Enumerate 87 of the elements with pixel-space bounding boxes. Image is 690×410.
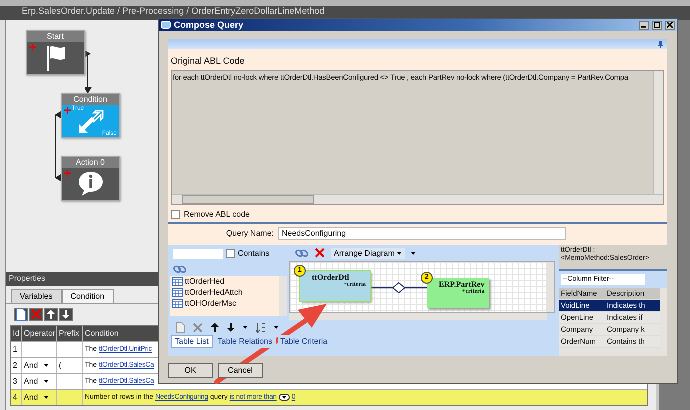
tab[interactable]: Condition [62, 289, 114, 303]
horizontal-scrollbar[interactable] [289, 313, 547, 320]
search-field[interactable] [173, 248, 223, 258]
horizontal-scrollbar[interactable] [172, 194, 663, 204]
add-icon[interactable] [29, 44, 36, 51]
dialog-button[interactable]: Cancel [218, 363, 263, 378]
window-icon [161, 21, 171, 29]
table-icon [172, 277, 183, 286]
delete-icon[interactable] [193, 322, 203, 332]
connector-arrow [85, 51, 92, 94]
close-button[interactable] [665, 20, 675, 30]
delete-icon[interactable] [315, 248, 325, 258]
vertical-scrollbar[interactable] [546, 262, 554, 312]
caret-icon [44, 380, 50, 383]
tab[interactable]: Table List [171, 335, 213, 348]
new-button[interactable] [14, 308, 28, 321]
node-title: Action 0 [62, 157, 119, 168]
node-title: Condition [62, 94, 119, 105]
dialog-button[interactable]: OK [168, 363, 213, 378]
pin-icon[interactable] [658, 40, 663, 48]
table-item[interactable]: ttOrderHed [170, 276, 279, 287]
field-label: Query Name: [225, 229, 274, 238]
section-label: Original ABL Code [170, 55, 246, 68]
sort-icon[interactable] [256, 322, 266, 332]
column-header: Operator [24, 329, 56, 338]
down-arrow-icon [62, 310, 70, 319]
tab[interactable]: Table Relations [214, 335, 276, 348]
horizontal-scrollbar[interactable] [559, 348, 667, 356]
arrange-diagram-button[interactable]: Arrange Diagram [331, 248, 405, 258]
node-title: Start [27, 31, 84, 42]
delete-icon [30, 309, 42, 320]
checkbox[interactable] [171, 210, 180, 219]
caret-icon[interactable] [410, 252, 416, 254]
move-up-button[interactable] [44, 308, 58, 321]
caret-icon [44, 396, 50, 399]
add-icon[interactable] [64, 170, 71, 177]
checkbox-label: Remove ABL code [184, 210, 250, 219]
table-name: ttOrderDtl [311, 273, 350, 282]
caret-icon [44, 364, 50, 367]
tab[interactable]: Variables [11, 289, 62, 303]
up-arrow-icon[interactable] [211, 323, 219, 332]
connector-arrow [55, 111, 62, 182]
column-header: Condition [85, 329, 119, 338]
dropdown-icon[interactable] [278, 394, 290, 401]
move-down-button[interactable] [59, 308, 73, 321]
window-title: Compose Query [174, 20, 244, 30]
vertical-scrollbar[interactable] [653, 71, 663, 194]
table-item[interactable]: ttOrderHedAttch [170, 287, 279, 298]
link-icon[interactable] [173, 264, 187, 274]
column-header: Id [13, 329, 20, 338]
link-icon[interactable] [295, 248, 309, 258]
table-item[interactable]: ttOHOrderMsc [170, 298, 279, 309]
caret-icon[interactable] [243, 326, 248, 329]
caret-icon[interactable] [274, 326, 279, 329]
table-name: ERP.PartRev [438, 280, 485, 289]
document-icon [16, 308, 26, 320]
minimize-button[interactable] [639, 20, 649, 30]
checkbox-label: Contains [238, 249, 270, 258]
maximize-icon [654, 22, 660, 28]
operator-dropdown[interactable]: And [24, 377, 50, 386]
down-arrow-icon[interactable] [227, 323, 235, 332]
join-connector [370, 282, 428, 294]
up-arrow-icon [47, 310, 55, 319]
table-icon [172, 299, 183, 308]
vertical-scrollbar[interactable] [660, 288, 667, 348]
table-cell: 4 [11, 390, 22, 405]
operator-dropdown[interactable]: And [24, 393, 50, 402]
checkbox[interactable] [226, 249, 235, 258]
table-cell: ( [59, 361, 62, 370]
query-name-field[interactable]: NeedsConfiguring [278, 227, 566, 240]
workflow-node[interactable]: Action 0 [61, 156, 120, 201]
table-cell: 2 [11, 358, 22, 373]
panel-title: Properties [9, 274, 46, 283]
column-header: Prefix [59, 329, 80, 338]
table-cell: 1 [11, 342, 22, 357]
operator-dropdown[interactable]: And [24, 361, 50, 370]
workflow-node[interactable]: Start [26, 30, 85, 75]
breadcrumb: Erp.SalesOrder.Update / Pre-Processing / OrderEntryZeroDollarLineMethod [22, 6, 325, 17]
caret-icon [396, 252, 402, 254]
close-icon [667, 22, 673, 28]
maximize-button[interactable] [652, 20, 662, 30]
document-icon[interactable] [176, 322, 185, 333]
table-icon [172, 288, 183, 297]
info-icon [76, 171, 104, 197]
flag-icon [44, 45, 66, 71]
add-icon[interactable] [64, 107, 71, 114]
vertical-scrollbar[interactable] [279, 276, 287, 316]
